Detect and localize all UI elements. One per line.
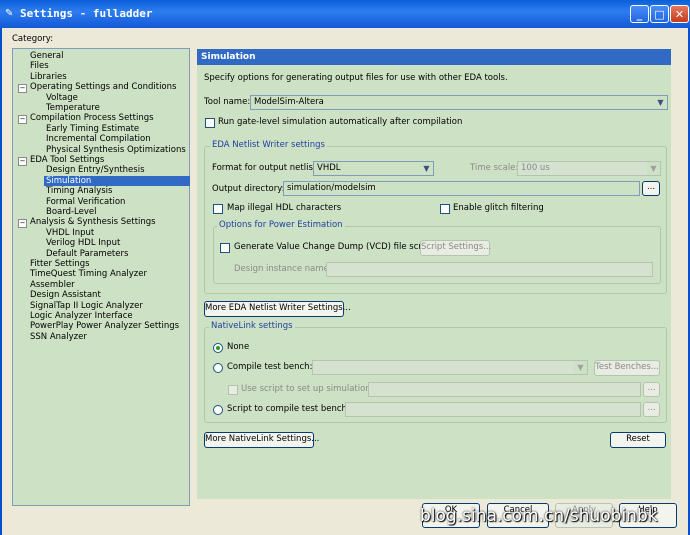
use-script-browse-button[interactable]: ... (643, 382, 660, 397)
map-illegal-checkbox[interactable] (213, 204, 223, 214)
output-dir-label: Output directory: (212, 184, 285, 194)
output-dir-input[interactable]: simulation/modelsim (283, 181, 640, 196)
tree-item[interactable]: VHDL Input (46, 228, 94, 238)
window-title: Settings - fulladder (20, 7, 153, 20)
tree-item[interactable]: Timing Analysis (46, 186, 112, 196)
collapse-icon[interactable]: − (18, 114, 27, 124)
minimize-icon: _ (636, 8, 643, 21)
collapse-icon[interactable]: − (18, 83, 27, 93)
script-compile-label: Script to compile test bench: (227, 404, 350, 414)
compile-tb-label: Compile test bench: (227, 362, 313, 372)
close-button[interactable]: ✕ (670, 5, 689, 23)
panel-description: Specify options for generating output fi… (204, 73, 508, 83)
more-eda-settings-button[interactable]: More EDA Netlist Writer Settings... (204, 301, 351, 317)
collapse-icon[interactable]: − (18, 218, 27, 228)
script-settings-button[interactable]: Script Settings... (420, 240, 491, 256)
time-scale-label: Time scale: (470, 163, 519, 173)
chevron-down-icon: ▼ (647, 162, 660, 175)
chevron-down-icon: ▼ (420, 162, 433, 175)
map-illegal-label: Map illegal HDL characters (227, 203, 342, 213)
use-script-checkbox[interactable] (228, 385, 238, 395)
tree-item[interactable]: Early Timing Estimate (46, 124, 139, 134)
none-label: None (227, 342, 250, 352)
nativelink-group-label: NativeLink settings (209, 321, 295, 332)
tree-item[interactable]: Formal Verification (46, 197, 125, 207)
tree-item[interactable]: Incremental Compilation (46, 134, 151, 144)
tree-item[interactable]: Analysis & Synthesis Settings (30, 217, 156, 227)
tree-item[interactable]: Files (30, 61, 49, 71)
format-value: VHDL (317, 163, 341, 173)
enable-glitch-label: Enable glitch filtering (453, 203, 544, 213)
app-icon: ✎ (5, 8, 14, 19)
tree-item[interactable]: TimeQuest Timing Analyzer (30, 269, 147, 279)
run-gate-checkbox[interactable] (205, 118, 215, 128)
compile-tb-dropdown[interactable]: ▼ (312, 360, 588, 375)
tree-item[interactable]: Operating Settings and Conditions (30, 82, 176, 92)
format-label: Format for output netlist: (212, 163, 320, 173)
tree-item[interactable]: Voltage (46, 93, 78, 103)
tree-item[interactable]: Board-Level (46, 207, 97, 217)
panel-title: Simulation (197, 49, 671, 65)
use-script-input[interactable] (368, 382, 641, 397)
tree-item[interactable]: Fitter Settings (30, 259, 90, 269)
power-group-label: Options for Power Estimation (217, 220, 345, 231)
tool-name-value: ModelSim-Altera (254, 97, 324, 107)
vcd-label: Generate Value Change Dump (VCD) file sc… (234, 242, 433, 252)
tree-item[interactable]: SignalTap II Logic Analyzer (30, 301, 143, 311)
close-icon: ✕ (674, 8, 685, 21)
tree-item[interactable]: Simulation (44, 175, 190, 186)
more-nativelink-settings-button[interactable]: More NativeLink Settings... (204, 432, 319, 448)
vcd-checkbox[interactable] (220, 243, 230, 253)
script-compile-radio[interactable] (213, 405, 223, 415)
chevron-down-icon: ▼ (654, 96, 667, 109)
chevron-down-icon: ▼ (574, 361, 587, 374)
reset-button[interactable]: Reset (610, 432, 666, 448)
tree-item[interactable]: Assembler (30, 280, 75, 290)
tree-item[interactable]: Libraries (30, 72, 67, 82)
category-label: Category: (12, 34, 54, 44)
output-dir-browse-button[interactable]: ... (642, 181, 660, 196)
tree-item[interactable]: EDA Tool Settings (30, 155, 104, 165)
time-scale-value: 100 us (521, 163, 550, 173)
tree-item[interactable]: Design Assistant (30, 290, 101, 300)
tree-item[interactable]: PowerPlay Power Analyzer Settings (30, 321, 179, 331)
maximize-icon: □ (654, 8, 665, 21)
design-instance-label: Design instance name: (234, 264, 332, 274)
tool-name-label: Tool name: (204, 97, 251, 107)
tree-item[interactable]: SSN Analyzer (30, 332, 87, 342)
design-instance-input[interactable] (326, 262, 653, 277)
test-benches-button[interactable]: Test Benches... (594, 360, 660, 376)
tree-item[interactable]: General (30, 51, 64, 61)
tree-item[interactable]: Temperature (46, 103, 100, 113)
compile-tb-radio[interactable] (213, 363, 223, 373)
watermark: blog.sina.com.cn/shuobinbk (420, 506, 658, 526)
netlist-group-label: EDA Netlist Writer settings (210, 140, 327, 151)
script-compile-input[interactable] (345, 402, 641, 417)
tool-name-dropdown[interactable]: ModelSim-Altera ▼ (250, 95, 668, 110)
tree-item[interactable]: Design Entry/Synthesis (46, 165, 145, 175)
enable-glitch-checkbox[interactable] (440, 204, 450, 214)
format-dropdown[interactable]: VHDL ▼ (313, 161, 434, 176)
none-radio[interactable] (213, 343, 223, 353)
tree-item[interactable]: Compilation Process Settings (30, 113, 154, 123)
output-dir-value: simulation/modelsim (287, 183, 376, 193)
script-compile-browse-button[interactable]: ... (643, 402, 660, 417)
maximize-button[interactable]: □ (650, 5, 669, 23)
run-gate-label: Run gate-level simulation automatically … (218, 117, 463, 127)
use-script-label: Use script to set up simulation: (241, 384, 374, 394)
tree-item[interactable]: Verilog HDL Input (46, 238, 120, 248)
collapse-icon[interactable]: − (18, 156, 27, 166)
time-scale-dropdown[interactable]: 100 us ▼ (517, 161, 661, 176)
minimize-button[interactable]: _ (630, 5, 649, 23)
tree-item[interactable]: Logic Analyzer Interface (30, 311, 133, 321)
tree-item[interactable]: Default Parameters (46, 249, 128, 259)
tree-item[interactable]: Physical Synthesis Optimizations (46, 145, 186, 155)
